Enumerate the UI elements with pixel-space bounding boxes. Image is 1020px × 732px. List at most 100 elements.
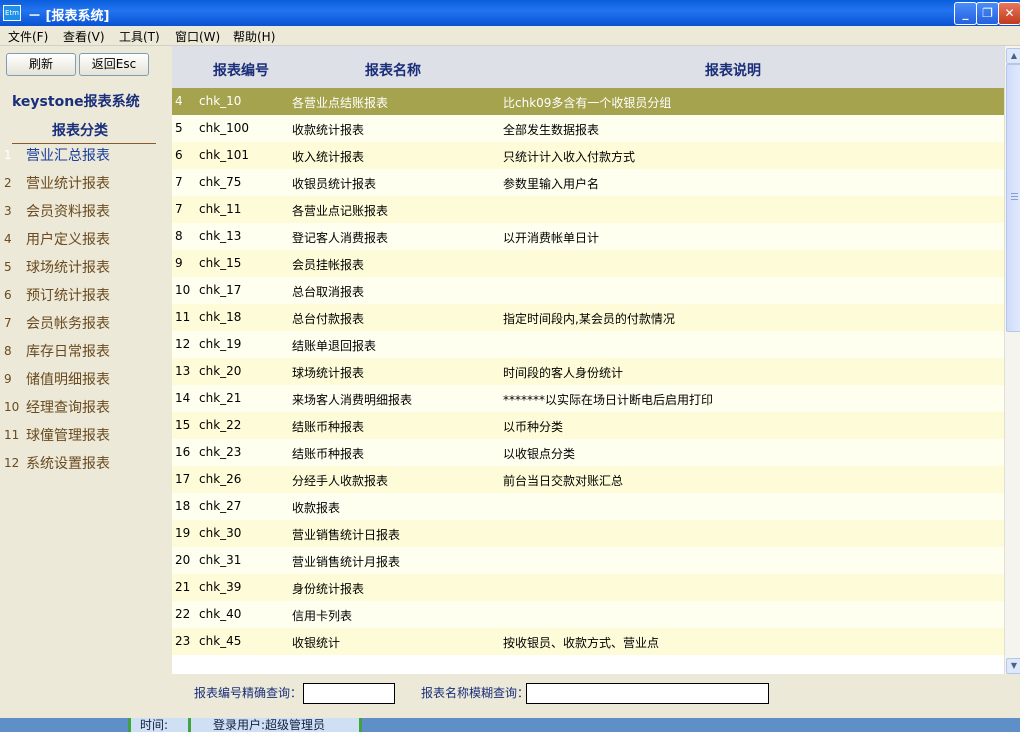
row-number: 19 xyxy=(175,526,191,540)
row-number: 13 xyxy=(175,364,191,378)
category-number: 11 xyxy=(4,428,20,442)
category-item[interactable]: 11 球僮管理报表 xyxy=(0,423,168,449)
category-label: 会员帐务报表 xyxy=(26,316,110,332)
table-row[interactable]: 18 chk_27 收款报表 xyxy=(172,493,1004,520)
table-row[interactable]: 19 chk_30 营业销售统计日报表 xyxy=(172,520,1004,547)
table-row[interactable]: 16 chk_23 结账币种报表 以收银点分类 xyxy=(172,439,1004,466)
restore-button[interactable]: ❐ xyxy=(976,2,999,25)
category-number: 3 xyxy=(4,204,12,218)
menu-file[interactable]: 文件(F) xyxy=(8,28,48,45)
menu-help[interactable]: 帮助(H) xyxy=(233,28,275,45)
category-item[interactable]: 8 库存日常报表 xyxy=(0,339,168,365)
report-grid: 报表编号 报表名称 报表说明 4 chk_10 各营业点结账报表 比chk09多含有一… xyxy=(172,46,1006,674)
menu-bar: 文件(F) 查看(V) 工具(T) 窗口(W) 帮助(H) xyxy=(0,26,1020,46)
back-esc-button[interactable]: 返回Esc xyxy=(79,53,149,76)
row-number: 20 xyxy=(175,553,191,567)
table-row[interactable]: 15 chk_22 结账币种报表 以币种分类 xyxy=(172,412,1004,439)
category-item[interactable]: 9 储值明细报表 xyxy=(0,367,168,393)
row-report-desc: 以币种分类 xyxy=(503,420,564,434)
row-report-code: chk_45 xyxy=(199,634,242,648)
table-row[interactable]: 23 chk_45 收银统计 按收银员、收款方式、营业点 xyxy=(172,628,1004,655)
table-row[interactable]: 22 chk_40 信用卡列表 xyxy=(172,601,1004,628)
row-number: 7 xyxy=(175,175,183,189)
row-report-code: chk_22 xyxy=(199,418,242,432)
table-row[interactable]: 9 chk_15 会员挂帐报表 xyxy=(172,250,1004,277)
app-icon: Etm xyxy=(3,5,21,21)
row-report-name: 来场客人消费明细报表 xyxy=(292,393,413,407)
row-report-desc: 前台当日交款对账汇总 xyxy=(503,474,624,488)
table-row[interactable]: 11 chk_18 总台付款报表 指定时间段内,某会员的付款情况 xyxy=(172,304,1004,331)
row-report-desc: 时间段的客人身份统计 xyxy=(503,366,624,380)
category-number: 1 xyxy=(4,148,12,162)
row-report-desc: 按收银员、收款方式、营业点 xyxy=(503,636,660,650)
table-row[interactable]: 12 chk_19 结账单退回报表 xyxy=(172,331,1004,358)
category-item[interactable]: 4 用户定义报表 xyxy=(0,227,168,253)
code-search-label: 报表编号精确查询： xyxy=(194,686,303,700)
category-item[interactable]: 5 球场统计报表 xyxy=(0,255,168,281)
vertical-scrollbar[interactable]: ▲ ▼ xyxy=(1004,46,1020,674)
category-item[interactable]: 10 经理查询报表 xyxy=(0,395,168,421)
table-row[interactable]: 20 chk_31 营业销售统计月报表 xyxy=(172,547,1004,574)
row-number: 18 xyxy=(175,499,191,513)
table-row[interactable]: 17 chk_26 分经手人收款报表 前台当日交款对账汇总 xyxy=(172,466,1004,493)
category-label: 储值明细报表 xyxy=(26,372,110,388)
row-report-desc: *******以实际在场日计断电后启用打印 xyxy=(503,393,714,407)
row-number: 11 xyxy=(175,310,191,324)
category-number: 6 xyxy=(4,288,12,302)
row-report-desc: 指定时间段内,某会员的付款情况 xyxy=(503,312,675,326)
row-report-name: 收款统计报表 xyxy=(292,123,365,137)
category-label: 经理查询报表 xyxy=(26,400,110,416)
category-item[interactable]: 3 会员资料报表 xyxy=(0,199,168,225)
close-button[interactable]: ✕ xyxy=(998,2,1020,25)
category-number: 8 xyxy=(4,344,12,358)
grid-rows: 4 chk_10 各营业点结账报表 比chk09多含有一个收银员分组 5 chk_100 收… xyxy=(172,88,1006,655)
menu-tools[interactable]: 工具(T) xyxy=(119,28,160,45)
table-row[interactable]: 5 chk_100 收款统计报表 全部发生数据报表 xyxy=(172,115,1004,142)
category-item[interactable]: 1 营业汇总报表 xyxy=(0,143,168,169)
table-row[interactable]: 7 chk_75 收银员统计报表 参数里输入用户名 xyxy=(172,169,1004,196)
refresh-button[interactable]: 刷新 xyxy=(6,53,76,76)
row-report-name: 各营业点结账报表 xyxy=(292,96,389,110)
scroll-up-icon[interactable]: ▲ xyxy=(1006,48,1020,64)
table-row[interactable]: 6 chk_101 收入统计报表 只统计计入收入付款方式 xyxy=(172,142,1004,169)
minimize-button[interactable]: _ xyxy=(954,2,977,25)
row-report-code: chk_23 xyxy=(199,445,242,459)
scroll-thumb[interactable] xyxy=(1006,64,1020,332)
table-row[interactable]: 8 chk_13 登记客人消费报表 以开消费帐单日计 xyxy=(172,223,1004,250)
grip-line xyxy=(1011,199,1018,200)
header-report-desc[interactable]: 报表说明 xyxy=(705,60,761,80)
code-search-input[interactable] xyxy=(303,683,395,704)
menu-window[interactable]: 窗口(W) xyxy=(175,28,220,45)
grip-line xyxy=(1011,193,1018,194)
category-item[interactable]: 12 系统设置报表 xyxy=(0,451,168,477)
category-item[interactable]: 2 营业统计报表 xyxy=(0,171,168,197)
category-label: 球僮管理报表 xyxy=(26,428,110,444)
table-row[interactable]: 4 chk_10 各营业点结账报表 比chk09多含有一个收银员分组 xyxy=(172,88,1004,115)
table-row[interactable]: 21 chk_39 身份统计报表 xyxy=(172,574,1004,601)
row-report-desc: 比chk09多含有一个收银员分组 xyxy=(503,96,672,110)
row-report-code: chk_30 xyxy=(199,526,242,540)
table-row[interactable]: 14 chk_21 来场客人消费明细报表 *******以实际在场日计断电后启用打印 xyxy=(172,385,1004,412)
category-item[interactable]: 6 预订统计报表 xyxy=(0,283,168,309)
row-number: 12 xyxy=(175,337,191,351)
row-number: 7 xyxy=(175,202,183,216)
scroll-down-icon[interactable]: ▼ xyxy=(1006,658,1020,674)
category-item[interactable]: 7 会员帐务报表 xyxy=(0,311,168,337)
brand-title: keystone报表系统 xyxy=(12,94,140,110)
row-report-name: 各营业点记账报表 xyxy=(292,204,389,218)
header-report-name[interactable]: 报表名称 xyxy=(365,60,421,80)
name-search-input[interactable] xyxy=(526,683,769,704)
row-report-name: 收银员统计报表 xyxy=(292,177,377,191)
header-report-code[interactable]: 报表编号 xyxy=(213,60,269,80)
table-row[interactable]: 7 chk_11 各营业点记账报表 xyxy=(172,196,1004,223)
table-row[interactable]: 13 chk_20 球场统计报表 时间段的客人身份统计 xyxy=(172,358,1004,385)
row-report-code: chk_15 xyxy=(199,256,242,270)
category-number: 10 xyxy=(4,400,20,414)
row-report-code: chk_75 xyxy=(199,175,242,189)
table-row[interactable]: 10 chk_17 总台取消报表 xyxy=(172,277,1004,304)
row-report-name: 分经手人收款报表 xyxy=(292,474,389,488)
category-number: 4 xyxy=(4,232,12,246)
menu-view[interactable]: 查看(V) xyxy=(63,28,105,45)
row-report-desc: 参数里输入用户名 xyxy=(503,177,600,191)
row-number: 17 xyxy=(175,472,191,486)
